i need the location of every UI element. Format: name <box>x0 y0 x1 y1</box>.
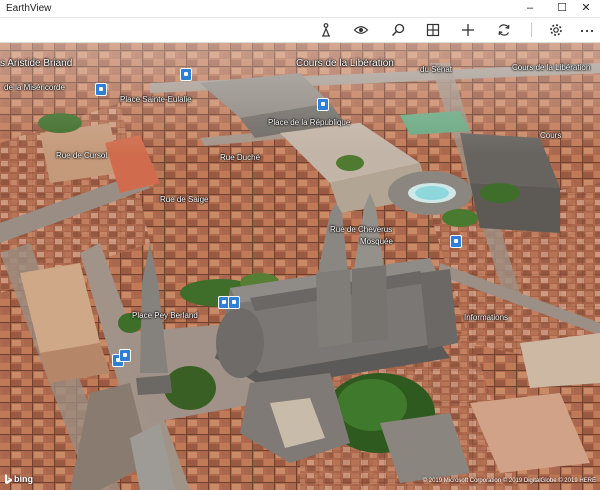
aerial-scene <box>0 43 600 490</box>
label-cours-liberation-east: Cours de la Libération <box>512 63 591 72</box>
label-rue-duche: Rue Duché <box>220 153 261 162</box>
map-grid-icon[interactable] <box>421 21 445 39</box>
title-bar: EarthView – ☐ ✕ <box>0 0 600 18</box>
toolbar-separator <box>531 23 532 37</box>
label-cours: Cours <box>540 131 562 140</box>
poi-marker[interactable] <box>95 83 107 96</box>
label-aristide-briand: s Aristide Briand <box>0 58 73 69</box>
label-place-pey-berland: Place Pey Berland <box>132 311 198 320</box>
map-3d-view[interactable]: s Aristide Briand Cours de la Libération… <box>0 43 600 490</box>
poi-marker[interactable] <box>450 235 462 248</box>
minimize-button[interactable]: – <box>516 0 544 17</box>
label-mosquee: Mosquée <box>360 237 393 246</box>
earthview-window: EarthView – ☐ ✕ s Aristide Briand Cours … <box>0 0 600 490</box>
poi-marker[interactable] <box>228 296 240 309</box>
label-misericorde: de la Miséricorde <box>4 83 65 92</box>
label-rue-cursol: Rue de Cursol <box>56 151 108 160</box>
view-eye-icon[interactable] <box>349 21 373 39</box>
close-button[interactable]: ✕ <box>572 0 600 17</box>
bing-logo: bing <box>4 474 33 484</box>
label-informations: Informations <box>464 313 509 322</box>
app-title: EarthView <box>6 3 52 14</box>
streetside-person-icon[interactable] <box>314 21 338 39</box>
search-icon[interactable] <box>386 21 410 39</box>
settings-gear-icon[interactable] <box>544 21 568 39</box>
label-cours-liberation: Cours de la Libération <box>296 58 394 69</box>
poi-marker[interactable] <box>317 98 329 111</box>
map-copyright: © 2019 Microsoft Corporation © 2019 Digi… <box>422 478 596 484</box>
label-rue-saige: Rue de Saige <box>160 195 209 204</box>
poi-marker[interactable] <box>119 349 131 362</box>
poi-marker[interactable] <box>180 68 192 81</box>
toolbar <box>0 18 600 43</box>
bing-wordmark: bing <box>14 474 33 484</box>
rotate-icon[interactable] <box>492 21 516 39</box>
label-senat: du Sénat <box>420 65 453 74</box>
label-place-sainte-eulalie: Place Sainte-Eulalie <box>120 95 192 104</box>
label-place-republique: Place de la République <box>268 118 351 127</box>
add-plus-icon[interactable] <box>456 21 480 39</box>
more-ellipsis-icon[interactable] <box>575 21 599 39</box>
bing-b-icon <box>5 474 12 484</box>
label-rue-cheverus: Rue de Cheverus <box>330 225 393 234</box>
